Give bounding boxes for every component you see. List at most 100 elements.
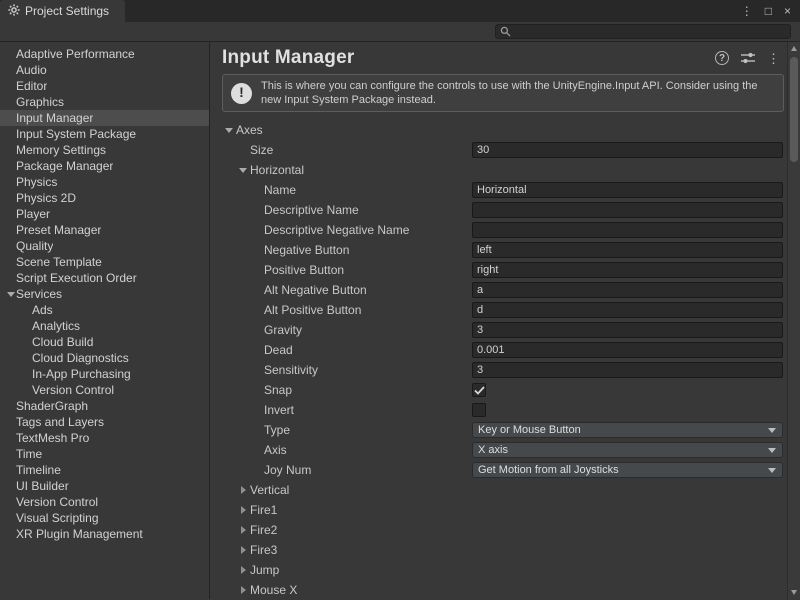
text-field-alt-negative-button[interactable] [472,282,783,298]
foldout-triangle-icon[interactable] [236,486,250,494]
property-label: Joy Num [264,463,311,477]
scroll-up-icon[interactable] [791,46,797,51]
foldout-label[interactable]: Jump [250,563,279,577]
sidebar-item-script-execution-order[interactable]: Script Execution Order [0,270,209,286]
row-label-area: Snap [210,380,292,400]
sidebar-item-label: Visual Scripting [16,511,99,525]
checkbox-snap[interactable] [472,383,486,397]
sidebar-item-physics-2d[interactable]: Physics 2D [0,190,209,206]
foldout-triangle-icon[interactable] [236,506,250,514]
sidebar-item-shadergraph[interactable]: ShaderGraph [0,398,209,414]
foldout-triangle-icon[interactable] [236,546,250,554]
foldout-triangle-icon[interactable] [236,526,250,534]
sidebar-item-editor[interactable]: Editor [0,78,209,94]
value-cell [472,382,783,398]
foldout-triangle-icon[interactable] [236,168,250,173]
sidebar-item-input-system-package[interactable]: Input System Package [0,126,209,142]
sidebar-item-scene-template[interactable]: Scene Template [0,254,209,270]
sidebar-item-xr-plugin-management[interactable]: XR Plugin Management [0,526,209,542]
text-field-descriptive-name[interactable] [472,202,783,218]
sidebar-item-input-manager[interactable]: Input Manager [0,110,209,126]
sidebar-item-version-control[interactable]: Version Control [0,494,209,510]
page-title: Input Manager [222,47,354,69]
sidebar-item-cloud-build[interactable]: Cloud Build [0,334,209,350]
triangle-collapsed [241,586,246,594]
preset-sliders-icon[interactable] [741,52,755,64]
text-field-dead[interactable] [472,342,783,358]
titlebar: Project Settings ⋮ □ × [0,0,800,22]
text-field-alt-positive-button[interactable] [472,302,783,318]
vertical-scrollbar[interactable] [787,42,800,599]
sidebar-item-graphics[interactable]: Graphics [0,94,209,110]
window-controls: ⋮ □ × [741,0,800,22]
scrollbar-thumb[interactable] [790,57,798,162]
sidebar-item-preset-manager[interactable]: Preset Manager [0,222,209,238]
foldout-triangle-icon[interactable] [236,586,250,594]
dropdown-type[interactable]: Key or Mouse Button [472,422,783,438]
foldout-label[interactable]: Axes [236,123,263,137]
foldout-label[interactable]: Fire1 [250,503,277,517]
more-icon[interactable]: ⋮ [767,52,780,65]
sidebar-item-quality[interactable]: Quality [0,238,209,254]
sidebar-item-audio[interactable]: Audio [0,62,209,78]
sidebar-item-ads[interactable]: Ads [0,302,209,318]
row-label-area: Alt Positive Button [210,300,361,320]
sidebar-item-visual-scripting[interactable]: Visual Scripting [0,510,209,526]
sidebar-item-timeline[interactable]: Timeline [0,462,209,478]
text-field-gravity[interactable] [472,322,783,338]
foldout-triangle-icon[interactable] [222,128,236,133]
foldout-label[interactable]: Horizontal [250,163,304,177]
sidebar-item-time[interactable]: Time [0,446,209,462]
text-field-positive-button[interactable] [472,262,783,278]
search-input[interactable] [515,25,786,38]
sidebar-item-textmesh-pro[interactable]: TextMesh Pro [0,430,209,446]
sidebar-item-label: Input System Package [16,127,136,141]
tab-project-settings[interactable]: Project Settings [0,0,125,22]
sidebar-item-services[interactable]: Services [0,286,209,302]
foldout-triangle-icon[interactable] [6,292,16,297]
foldout-label[interactable]: Fire3 [250,543,277,557]
sidebar-item-label: ShaderGraph [16,399,88,413]
row-label-area: Vertical [210,480,289,500]
sidebar-item-label: Physics [16,175,57,189]
close-icon[interactable]: × [784,5,791,17]
search-box[interactable] [495,24,791,39]
text-field-sensitivity[interactable] [472,362,783,378]
foldout-label[interactable]: Vertical [250,483,289,497]
row-label-area: Name [210,180,296,200]
sidebar-item-tags-and-layers[interactable]: Tags and Layers [0,414,209,430]
checkbox-invert[interactable] [472,403,486,417]
foldout-label[interactable]: Mouse X [250,583,297,597]
maximize-icon[interactable]: □ [765,5,772,17]
text-field-descriptive-negative-name[interactable] [472,222,783,238]
sidebar-item-analytics[interactable]: Analytics [0,318,209,334]
sidebar-item-ui-builder[interactable]: UI Builder [0,478,209,494]
foldout-label[interactable]: Fire2 [250,523,277,537]
sidebar-item-adaptive-performance[interactable]: Adaptive Performance [0,46,209,62]
scroll-down-icon[interactable] [791,590,797,595]
sidebar-item-label: Timeline [16,463,61,477]
row-label-area: Joy Num [210,460,311,480]
dropdown-axis[interactable]: X axis [472,442,783,458]
foldout-triangle-icon[interactable] [236,566,250,574]
row-label-area: Jump [210,560,279,580]
sidebar-item-player[interactable]: Player [0,206,209,222]
sidebar-item-package-manager[interactable]: Package Manager [0,158,209,174]
dropdown-joy-num[interactable]: Get Motion from all Joysticks [472,462,783,478]
sidebar-item-memory-settings[interactable]: Memory Settings [0,142,209,158]
row-axis: AxisX axis [210,440,800,460]
window-menu-icon[interactable]: ⋮ [741,5,753,17]
sidebar-item-cloud-diagnostics[interactable]: Cloud Diagnostics [0,350,209,366]
sidebar-item-version-control[interactable]: Version Control [0,382,209,398]
text-field-name[interactable] [472,182,783,198]
main-header: Input Manager ? ⋮ [210,42,800,72]
sidebar-item-label: Ads [32,303,53,317]
help-icon[interactable]: ? [715,51,729,65]
text-field-negative-button[interactable] [472,242,783,258]
sidebar-item-physics[interactable]: Physics [0,174,209,190]
text-field-size[interactable] [472,142,783,158]
sidebar-item-in-app-purchasing[interactable]: In-App Purchasing [0,366,209,382]
search-icon [500,26,511,37]
row-fire2: Fire2 [210,520,800,540]
row-label-area: Fire1 [210,500,277,520]
